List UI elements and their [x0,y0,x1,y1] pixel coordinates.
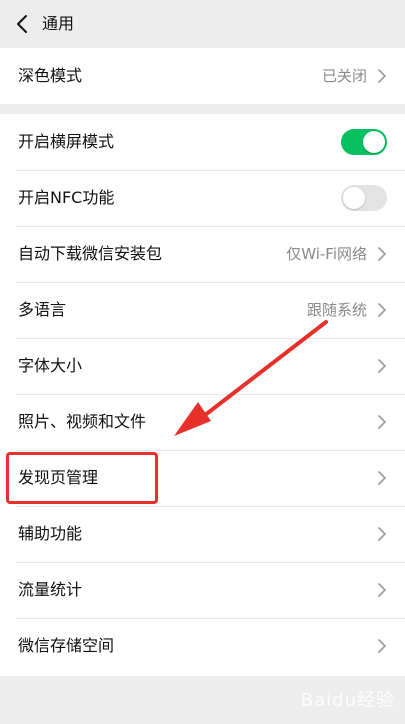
row-value: 跟随系统 [306,301,367,319]
chevron-right-icon [378,583,386,597]
row-value: 已关闭 [321,67,367,85]
row-dark-mode[interactable]: 深色模式 已关闭 [0,48,405,104]
row-label: 辅助功能 [18,524,83,543]
chevron-right-icon [378,69,386,83]
landscape-toggle[interactable] [341,129,387,155]
chevron-right-icon [378,359,386,373]
row-value: 仅Wi-Fi网络 [286,245,367,263]
row-label: 开启横屏模式 [18,132,115,151]
row-label: 自动下载微信安装包 [18,244,163,263]
row-auto-download[interactable]: 自动下载微信安装包 仅Wi-Fi网络 [0,226,405,282]
chevron-right-icon [378,303,386,317]
header-bar: 通用 [0,0,405,48]
row-label: 流量统计 [18,580,83,599]
chevron-right-icon [378,527,386,541]
settings-group-general: 开启横屏模式 开启NFC功能 自动下载微信安装包 仅Wi-Fi网络 多语言 跟随… [0,114,405,676]
chevron-left-icon [17,15,27,33]
page-title: 通用 [42,14,75,33]
row-landscape-mode[interactable]: 开启横屏模式 [0,114,405,170]
nfc-toggle[interactable] [341,185,387,211]
row-photos-videos-files[interactable]: 照片、视频和文件 [0,394,405,450]
chevron-right-icon [378,471,386,485]
row-nfc[interactable]: 开启NFC功能 [0,170,405,226]
chevron-right-icon [378,639,386,653]
watermark-logo: Baidu经验 [300,690,395,711]
back-button[interactable] [10,12,34,36]
row-label: 深色模式 [18,66,83,85]
row-label: 开启NFC功能 [18,188,115,207]
toggle-knob [363,131,385,153]
chevron-right-icon [378,247,386,261]
toggle-knob [343,187,365,209]
row-label: 照片、视频和文件 [18,412,147,431]
row-font-size[interactable]: 字体大小 [0,338,405,394]
row-label: 微信存储空间 [18,636,115,655]
row-accessibility[interactable]: 辅助功能 [0,506,405,562]
row-label: 多语言 [18,300,67,319]
chevron-right-icon [378,415,386,429]
highlight-box [6,452,158,504]
row-language[interactable]: 多语言 跟随系统 [0,282,405,338]
row-data-usage[interactable]: 流量统计 [0,562,405,618]
row-label: 字体大小 [18,356,83,375]
row-storage[interactable]: 微信存储空间 [0,618,405,674]
settings-screen: 通用 深色模式 已关闭 开启横屏模式 开启NFC功能 自动下载微信安装包 仅Wi… [0,0,405,724]
settings-group-display: 深色模式 已关闭 [0,48,405,104]
